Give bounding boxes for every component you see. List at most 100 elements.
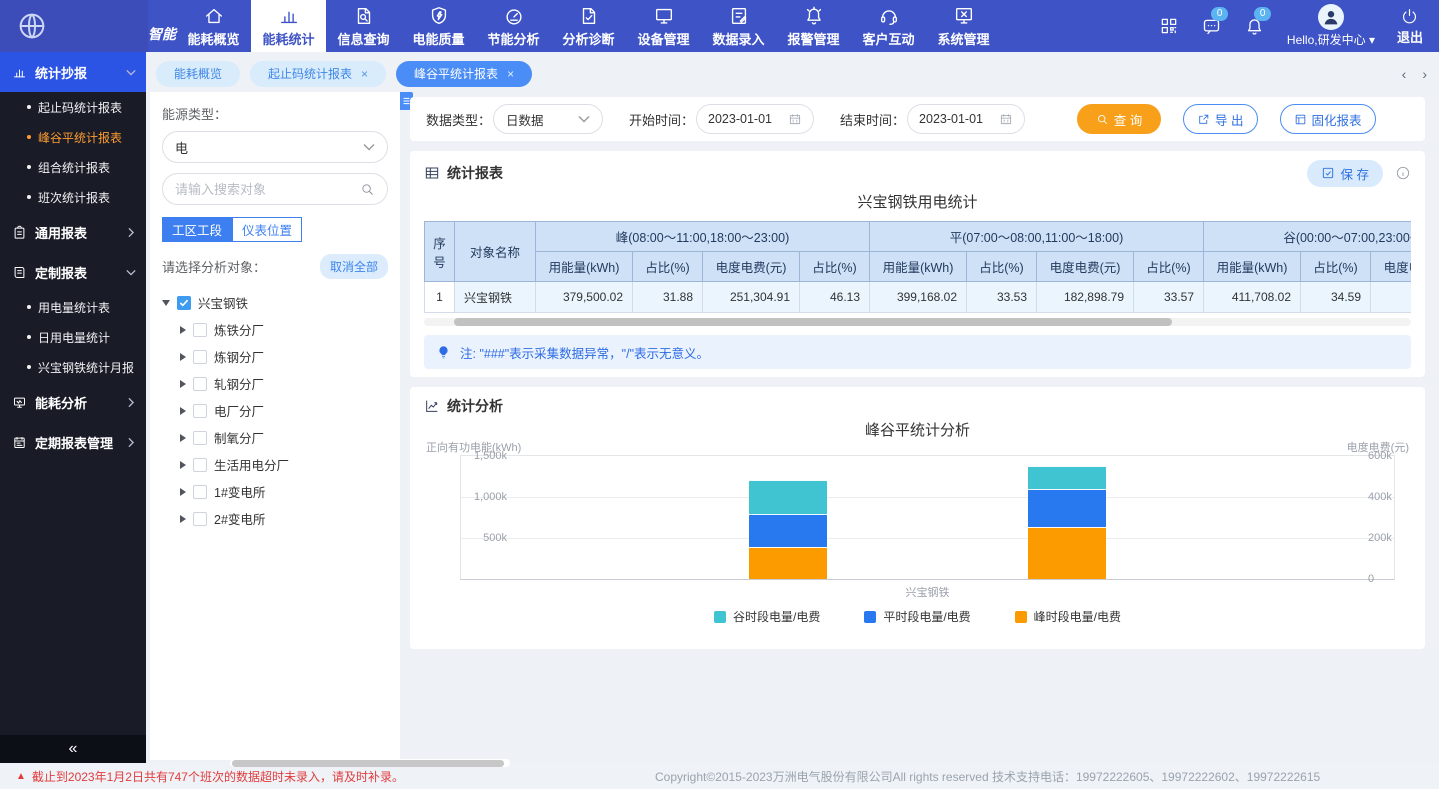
sidebar-item-peak-valley-report[interactable]: 峰谷平统计报表 — [0, 122, 146, 152]
info-icon[interactable] — [1395, 165, 1411, 181]
sidebar-collapse-button[interactable]: « — [0, 735, 146, 763]
solidify-report-button[interactable]: 固化报表 — [1280, 104, 1376, 134]
checkbox[interactable] — [193, 485, 207, 499]
caret-down-icon[interactable] — [162, 300, 170, 306]
close-icon[interactable]: × — [507, 68, 514, 80]
caret-right-icon[interactable] — [180, 353, 186, 361]
cancel-all-button[interactable]: 取消全部 — [320, 254, 388, 279]
caret-right-icon[interactable] — [180, 515, 186, 523]
sidebar-item-daily-electricity-statistics[interactable]: 日用电量统计 — [0, 322, 146, 352]
caret-right-icon[interactable] — [180, 461, 186, 469]
nav-item-energy-overview[interactable]: 能耗概览 — [176, 0, 251, 52]
topnav-right-tools: 0 0 Hello,研发中心 ▾ 退出 — [1159, 0, 1439, 52]
tab-start-stop-code-report[interactable]: 起止码统计报表 × — [250, 61, 386, 87]
table-row[interactable]: 1 兴宝钢铁 379,500.02 31.88 251,304.91 46.13… — [425, 282, 1412, 313]
bulb-icon — [436, 343, 451, 361]
statistics-report-card: 统计报表 保 存 兴宝钢铁用电统计 序号 对象名称 峰(08:00～11:00,… — [410, 151, 1425, 377]
start-date-picker[interactable]: 2023-01-01 — [696, 104, 814, 134]
nav-item-device-management[interactable]: 设备管理 — [626, 0, 701, 52]
sidebar-group-energy-analysis[interactable]: 能耗分析 — [0, 382, 146, 422]
end-date-picker[interactable]: 2023-01-01 — [907, 104, 1025, 134]
tree-node-steelmaking-plant[interactable]: 炼钢分厂 — [162, 343, 388, 370]
nav-item-power-quality[interactable]: 电能质量 — [401, 0, 476, 52]
sidebar-item-shift-report[interactable]: 班次统计报表 — [0, 182, 146, 212]
checkbox-checked[interactable] — [177, 296, 191, 310]
column-header-object-name: 对象名称 — [455, 222, 536, 282]
caret-right-icon[interactable] — [180, 407, 186, 415]
close-icon[interactable]: × — [361, 68, 368, 80]
checkbox[interactable] — [193, 404, 207, 418]
caret-right-icon[interactable] — [180, 326, 186, 334]
qr-code-button[interactable] — [1159, 16, 1179, 36]
sidebar-group-custom-reports[interactable]: 定制报表 — [0, 252, 146, 292]
checkbox[interactable] — [193, 512, 207, 526]
save-button[interactable]: 保 存 — [1307, 160, 1383, 187]
nav-item-energy-statistics[interactable]: 能耗统计 — [251, 0, 326, 52]
caret-right-icon[interactable] — [180, 434, 186, 442]
tree-node-oxygen-plant[interactable]: 制氧分厂 — [162, 424, 388, 451]
sidebar-group-general-reports[interactable]: 通用报表 — [0, 212, 146, 252]
table-note-text: 注: "###"表示采集数据异常，"/"表示无意义。 — [460, 343, 709, 362]
caret-right-icon[interactable] — [180, 488, 186, 496]
person-icon — [1320, 6, 1342, 28]
document-search-icon — [353, 5, 375, 27]
legend-item-flat[interactable]: 平时段电量/电费 — [864, 608, 970, 625]
stats-chart-icon — [12, 65, 27, 80]
table-icon — [424, 165, 440, 181]
sidebar-item-xingbao-monthly-report[interactable]: 兴宝钢铁统计月报 — [0, 352, 146, 382]
sidebar-group-periodic-report-management[interactable]: 定期报表管理 — [0, 422, 146, 462]
column-group-flat: 平(07:00～08:00,11:00～18:00) — [870, 222, 1204, 252]
tree-node-substation-1[interactable]: 1#变电所 — [162, 478, 388, 505]
tab-scroll-left-icon[interactable]: ‹ — [1402, 66, 1407, 82]
alarms-button[interactable]: 0 — [1244, 16, 1265, 37]
export-icon — [1197, 113, 1210, 126]
data-type-select[interactable]: 日数据 — [493, 104, 603, 134]
tree-node-ironmaking-plant[interactable]: 炼铁分厂 — [162, 316, 388, 343]
tab-peak-valley-report[interactable]: 峰谷平统计报表 × — [396, 61, 532, 87]
scrollbar-thumb[interactable] — [454, 318, 1172, 326]
legend-item-peak[interactable]: 峰时段电量/电费 — [1015, 608, 1121, 625]
search-icon[interactable] — [360, 182, 375, 197]
search-input[interactable] — [175, 182, 360, 197]
nav-item-energy-saving-analysis[interactable]: 节能分析 — [476, 0, 551, 52]
messages-button[interactable]: 0 — [1201, 16, 1222, 37]
logout-button[interactable]: 退出 — [1397, 7, 1423, 46]
nav-item-analysis-diagnosis[interactable]: 分析诊断 — [551, 0, 626, 52]
tree-node-rolling-plant[interactable]: 轧钢分厂 — [162, 370, 388, 397]
tab-scroll-right-icon[interactable]: › — [1422, 66, 1427, 82]
cost-stacked-bar[interactable] — [1028, 466, 1106, 579]
checkbox[interactable] — [193, 458, 207, 472]
checkbox[interactable] — [193, 431, 207, 445]
sidebar-item-electricity-statistics-table[interactable]: 用电量统计表 — [0, 292, 146, 322]
export-button[interactable]: 导 出 — [1183, 104, 1257, 134]
user-menu[interactable]: Hello,研发中心 ▾ — [1287, 4, 1375, 48]
chevron-down-icon — [126, 269, 136, 276]
tree-node-xingbao-steel[interactable]: 兴宝钢铁 — [162, 289, 388, 316]
tab-energy-overview[interactable]: 能耗概览 — [156, 61, 240, 87]
energy-stacked-bar[interactable] — [749, 480, 827, 579]
caret-right-icon[interactable] — [180, 380, 186, 388]
table-header-row-metrics: 用能量(kWh) 占比(%) 电度电费(元) 占比(%) 用能量(kWh) 占比… — [425, 252, 1412, 282]
tree-node-domestic-electricity-plant[interactable]: 生活用电分厂 — [162, 451, 388, 478]
tab-workshop-section[interactable]: 工区工段 — [162, 217, 232, 242]
tree-node-substation-2[interactable]: 2#变电所 — [162, 505, 388, 532]
nav-item-data-entry[interactable]: 数据录入 — [701, 0, 776, 52]
nav-item-system-management[interactable]: 系统管理 — [926, 0, 1001, 52]
checkbox[interactable] — [193, 350, 207, 364]
sidebar-group-statistics-report[interactable]: 统计抄报 — [0, 52, 146, 92]
sidebar-item-start-stop-code-report[interactable]: 起止码统计报表 — [0, 92, 146, 122]
checkbox[interactable] — [193, 377, 207, 391]
legend-item-valley[interactable]: 谷时段电量/电费 — [714, 608, 820, 625]
nav-item-alarm-management[interactable]: 报警管理 — [776, 0, 851, 52]
scrollbar-thumb[interactable] — [232, 760, 504, 767]
energy-type-select[interactable]: 电 — [162, 131, 388, 163]
tab-meter-position[interactable]: 仪表位置 — [232, 217, 302, 242]
query-button[interactable]: 查 询 — [1077, 104, 1161, 134]
data-entry-warning: ▲ 截止到2023年1月2日共有747个班次的数据超时未录入，请及时补录。 — [16, 768, 404, 785]
checkbox[interactable] — [193, 323, 207, 337]
nav-item-info-query[interactable]: 信息查询 — [326, 0, 401, 52]
tree-node-power-plant[interactable]: 电厂分厂 — [162, 397, 388, 424]
monitor-chart-icon — [12, 395, 27, 410]
sidebar-item-combined-report[interactable]: 组合统计报表 — [0, 152, 146, 182]
nav-item-customer-interaction[interactable]: 客户互动 — [851, 0, 926, 52]
